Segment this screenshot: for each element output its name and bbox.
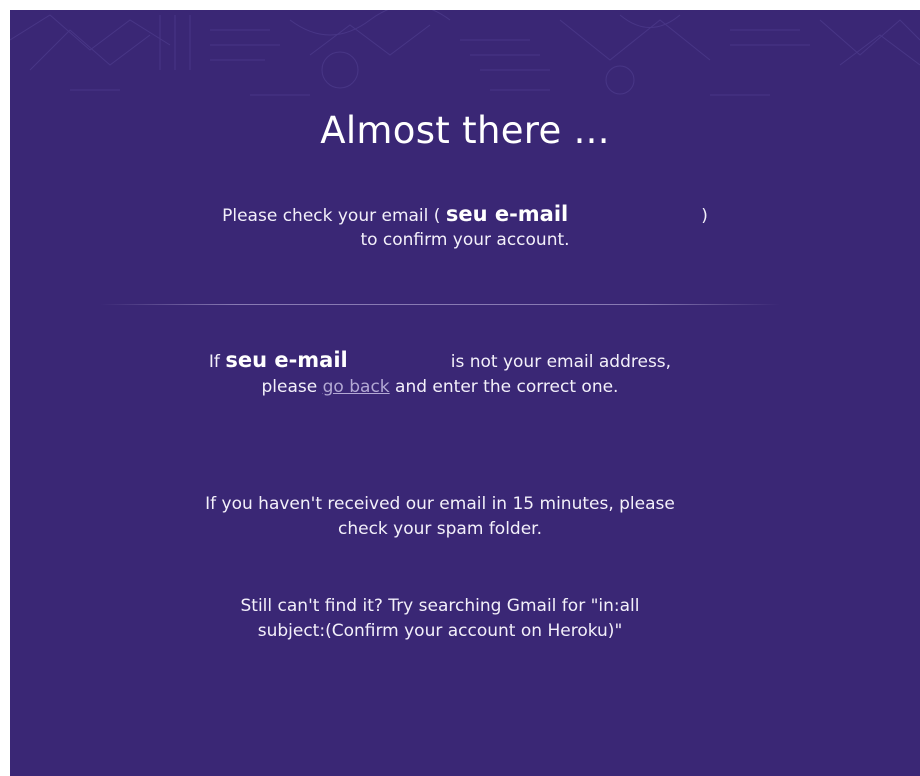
confirmation-line-1: Please check your email ( seu e-mail ) <box>10 202 920 228</box>
decorative-pattern <box>10 10 920 96</box>
confirmation-message: Please check your email ( seu e-mail ) t… <box>10 202 920 252</box>
closing-paren: ) <box>701 206 708 226</box>
wrong-email-notice: If seu e-mail is not your email address,… <box>205 348 675 400</box>
user-email: seu e-mail <box>445 202 569 226</box>
check-email-text: Please check your email ( <box>222 206 441 226</box>
signup-confirmation-panel: Almost there ... Please check your email… <box>10 10 920 776</box>
wrong-email-suffix: and enter the correct one. <box>395 377 619 397</box>
spam-folder-notice: If you haven't received our email in 15 … <box>205 494 675 539</box>
page-title: Almost there ... <box>320 109 610 152</box>
divider <box>100 304 780 305</box>
gmail-search-hint: Still can't find it? Try searching Gmail… <box>240 596 640 641</box>
wrong-email-prefix: If <box>208 352 220 372</box>
go-back-link[interactable]: go back <box>323 377 390 397</box>
user-email-inline: seu e-mail <box>225 348 348 372</box>
confirmation-line-2: to confirm your account. <box>360 230 570 250</box>
